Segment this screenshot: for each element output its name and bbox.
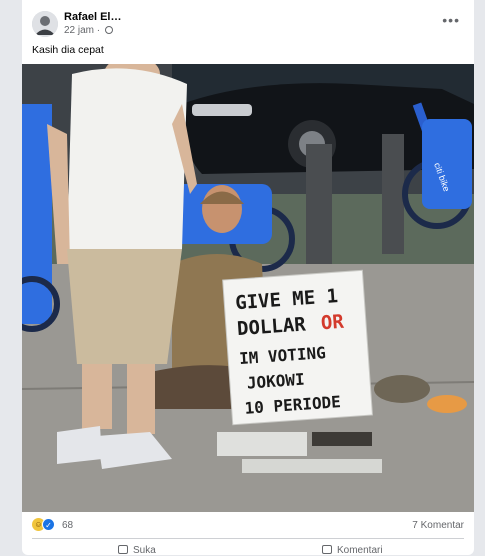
reaction-count[interactable]: 68: [62, 520, 73, 531]
post-header: Rafael El… 22 jam · •••: [22, 0, 474, 40]
comment-button-label: Komentari: [337, 545, 383, 556]
like-icon[interactable]: ✓: [42, 518, 55, 531]
comment-count[interactable]: 7 Komentar: [412, 520, 464, 531]
post-meta: 22 jam ·: [64, 25, 113, 36]
author-avatar[interactable]: [32, 11, 58, 37]
comment-icon: [322, 545, 332, 554]
globe-icon: [104, 26, 113, 34]
sign-line-2-red: OR: [320, 311, 345, 335]
more-options-button[interactable]: •••: [442, 12, 460, 28]
like-button[interactable]: Suka: [118, 545, 156, 556]
post-timestamp[interactable]: 22 jam: [64, 25, 94, 36]
comment-button[interactable]: Komentari: [322, 545, 383, 556]
like-button-label: Suka: [133, 545, 156, 556]
post-actions: Suka Komentari: [22, 541, 474, 556]
post-caption: Kasih dia cepat: [32, 44, 104, 56]
sign-line-4: JOKOWI: [246, 370, 305, 393]
thumbs-up-icon: [118, 545, 128, 554]
post-card: Rafael El… 22 jam · ••• Kasih dia cepat: [22, 0, 474, 556]
post-stats: ☺ ✓ 68 7 Komentar: [22, 515, 474, 537]
actions-divider: [32, 538, 464, 539]
author-name[interactable]: Rafael El…: [64, 11, 121, 23]
post-photo[interactable]: citi bike GIVE ME 1 DOLLAR OR IM VOTING …: [22, 64, 474, 512]
